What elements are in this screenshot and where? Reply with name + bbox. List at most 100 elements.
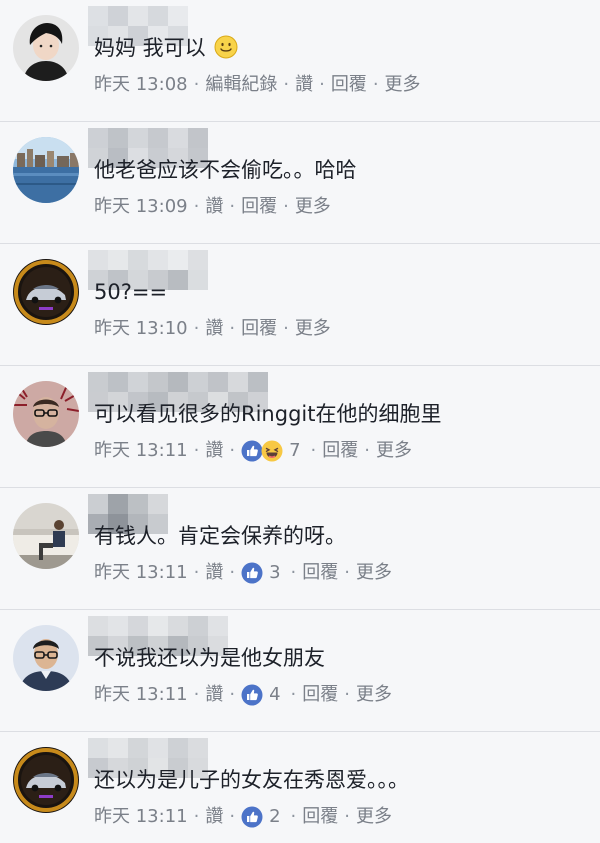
separator-dot: · (319, 74, 325, 95)
more-link[interactable]: 更多 (295, 195, 331, 219)
reaction-summary[interactable]: 2 (241, 805, 281, 829)
smile-emoji-icon (206, 35, 238, 60)
like-link[interactable]: 讚 (205, 195, 223, 219)
more-link[interactable]: 更多 (385, 73, 421, 97)
comment-timestamp[interactable]: 昨天 13:11 (94, 805, 188, 829)
haha-icon (261, 440, 283, 462)
reaction-count: 4 (269, 684, 281, 705)
separator-dot: · (283, 318, 289, 339)
separator-dot: · (344, 562, 350, 583)
comment-item: 50?== 昨天 13:10 · 讚 · 回覆 · 更多 (0, 244, 600, 366)
more-link[interactable]: 更多 (295, 317, 331, 341)
separator-dot: · (229, 562, 236, 583)
separator-dot: · (364, 440, 370, 461)
comment-meta: 昨天 13:11 · 讚 · 4 · 回覆 · 更多 (94, 683, 392, 707)
reaction-count: 7 (289, 440, 301, 461)
comment-text: 可以看见很多的Ringgit在他的细胞里 (94, 400, 441, 428)
separator-dot: · (290, 684, 297, 705)
comment-meta: 昨天 13:09 · 讚 · 回覆 · 更多 (94, 195, 331, 219)
avatar[interactable] (13, 747, 79, 813)
comment-text: 不说我还以为是他女朋友 (94, 644, 325, 672)
reaction-count: 3 (269, 562, 281, 583)
separator-dot: · (344, 806, 350, 827)
comment-meta: 昨天 13:08 · 編輯紀錄 · 讚 · 回覆 · 更多 (94, 73, 421, 97)
more-link[interactable]: 更多 (356, 683, 392, 707)
reply-link[interactable]: 回覆 (241, 195, 277, 219)
separator-dot: · (229, 684, 236, 705)
like-link[interactable]: 讚 (205, 317, 223, 341)
comment-item: 不说我还以为是他女朋友 昨天 13:11 · 讚 · 4 · 回覆 · 更多 (0, 610, 600, 732)
reply-link[interactable]: 回覆 (302, 683, 338, 707)
separator-dot: · (229, 196, 236, 217)
comment-text: 妈妈 我可以 (94, 34, 238, 62)
reply-link[interactable]: 回覆 (302, 805, 338, 829)
like-link[interactable]: 讚 (205, 683, 223, 707)
separator-dot: · (372, 74, 379, 95)
comment-timestamp[interactable]: 昨天 13:08 (94, 73, 188, 97)
separator-dot: · (193, 562, 200, 583)
comment-timestamp[interactable]: 昨天 13:09 (94, 195, 188, 219)
like-link[interactable]: 讚 (205, 805, 223, 829)
comment-meta: 昨天 13:10 · 讚 · 回覆 · 更多 (94, 317, 331, 341)
comment-text: 他老爸应该不会偷吃。。哈哈 (94, 156, 357, 184)
comment-meta: 昨天 13:11 · 讚 · 3 · 回覆 · 更多 (94, 561, 392, 585)
reaction-summary[interactable]: 3 (241, 561, 281, 585)
comment-text: 有钱人。肯定会保养的呀。 (94, 522, 346, 550)
comment-text-content: 妈妈 我可以 (94, 36, 206, 60)
separator-dot: · (193, 684, 200, 705)
reply-link[interactable]: 回覆 (331, 73, 367, 97)
comment-text-content: 还以为是儿子的女友在秀恩爱。。。 (94, 768, 409, 792)
like-icon (241, 684, 263, 706)
more-link[interactable]: 更多 (376, 439, 412, 463)
comment-timestamp[interactable]: 昨天 13:10 (94, 317, 188, 341)
avatar[interactable] (13, 15, 79, 81)
comment-text-content: 他老爸应该不会偷吃。。哈哈 (94, 158, 357, 182)
avatar[interactable] (13, 625, 79, 691)
reply-link[interactable]: 回覆 (322, 439, 358, 463)
comment-meta: 昨天 13:11 · 讚 · 2 · 回覆 · 更多 (94, 805, 392, 829)
reply-link[interactable]: 回覆 (241, 317, 277, 341)
comment-text-content: 有钱人。肯定会保养的呀。 (94, 524, 346, 548)
like-icon (241, 806, 263, 828)
edit-history-link[interactable]: 編輯紀錄 (205, 73, 277, 97)
like-icon (241, 440, 263, 462)
like-link[interactable]: 讚 (205, 439, 223, 463)
separator-dot: · (193, 806, 200, 827)
avatar[interactable] (13, 137, 79, 203)
separator-dot: · (229, 806, 236, 827)
comment-text: 50?== (94, 278, 167, 306)
comment-text: 还以为是儿子的女友在秀恩爱。。。 (94, 766, 409, 794)
separator-dot: · (229, 318, 236, 339)
comment-list: 妈妈 我可以 昨天 13:08 · 編輯紀錄 · 讚 · 回覆 · 更多 他老爸应该不会偷吃。。哈哈… (0, 0, 600, 843)
avatar[interactable] (13, 503, 79, 569)
avatar[interactable] (13, 259, 79, 325)
avatar[interactable] (13, 381, 79, 447)
comment-item: 有钱人。肯定会保养的呀。 昨天 13:11 · 讚 · 3 · 回覆 · 更多 (0, 488, 600, 610)
comment-timestamp[interactable]: 昨天 13:11 (94, 683, 188, 707)
reaction-count: 2 (269, 806, 281, 827)
reaction-summary[interactable]: 4 (241, 683, 281, 707)
separator-dot: · (290, 562, 297, 583)
separator-dot: · (193, 318, 200, 339)
comment-text-content: 50?== (94, 280, 168, 304)
comment-item: 他老爸应该不会偷吃。。哈哈 昨天 13:09 · 讚 · 回覆 · 更多 (0, 122, 600, 244)
like-icon (241, 562, 263, 584)
reaction-summary[interactable]: 7 (241, 439, 301, 463)
more-link[interactable]: 更多 (356, 561, 392, 585)
comment-text-content: 不说我还以为是他女朋友 (94, 646, 325, 670)
comment-timestamp[interactable]: 昨天 13:11 (94, 561, 188, 585)
comment-item: 妈妈 我可以 昨天 13:08 · 編輯紀錄 · 讚 · 回覆 · 更多 (0, 0, 600, 122)
comment-meta: 昨天 13:11 · 讚 · 7 · 回覆 · 更多 (94, 439, 412, 463)
separator-dot: · (193, 196, 200, 217)
separator-dot: · (193, 440, 200, 461)
reply-link[interactable]: 回覆 (302, 561, 338, 585)
more-link[interactable]: 更多 (356, 805, 392, 829)
comment-text-content: 可以看见很多的Ringgit在他的细胞里 (94, 402, 442, 426)
separator-dot: · (283, 196, 289, 217)
separator-dot: · (310, 440, 317, 461)
like-link[interactable]: 讚 (295, 73, 313, 97)
separator-dot: · (344, 684, 350, 705)
comment-timestamp[interactable]: 昨天 13:11 (94, 439, 188, 463)
comment-item: 还以为是儿子的女友在秀恩爱。。。 昨天 13:11 · 讚 · 2 · 回覆 · 更多 (0, 732, 600, 843)
like-link[interactable]: 讚 (205, 561, 223, 585)
